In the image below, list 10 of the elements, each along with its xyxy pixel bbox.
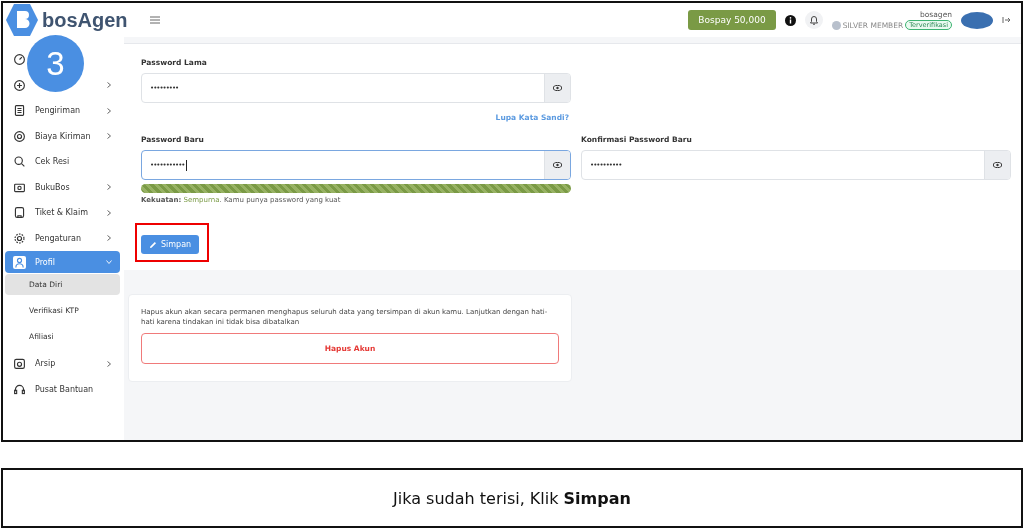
sidebar-item[interactable]: Pengaturan	[5, 225, 120, 251]
logo-text: bosAgen	[42, 8, 128, 32]
sidebar-item[interactable]: BukuBos	[5, 174, 120, 200]
sidebar-item[interactable]: Biaya Kiriman	[5, 123, 120, 149]
sidebar-item[interactable]: Arsip	[5, 351, 120, 377]
sidebar-item[interactable]: Cek Resi	[5, 149, 120, 175]
sidebar-item[interactable]: Tiket & Klaim	[5, 200, 120, 226]
caption-text: Jika sudah terisi, Klik Simpan	[393, 488, 631, 508]
sidebar-item[interactable]: Pengiriman	[5, 98, 120, 124]
sidebar-item[interactable]: Pusat Bantuan	[5, 376, 120, 402]
